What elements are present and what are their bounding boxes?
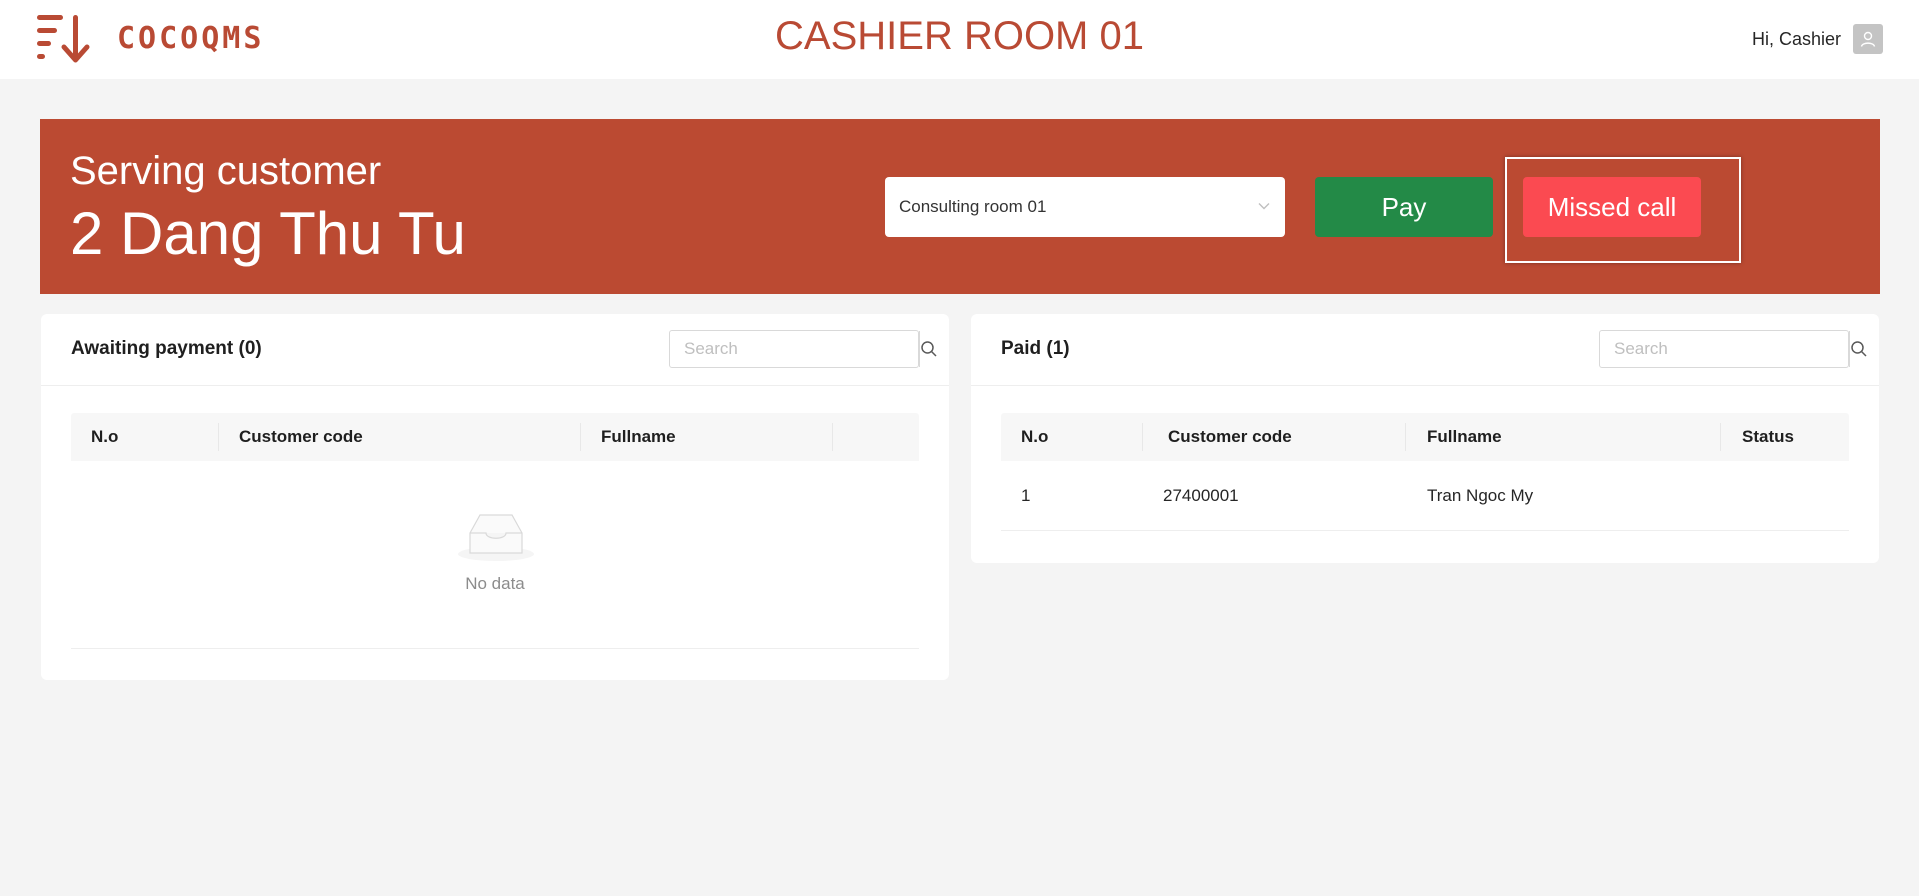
cell-fullname: Tran Ngoc My — [1427, 486, 1534, 505]
awaiting-payment-panel: Awaiting payment (0) N.o Customer code F… — [41, 314, 949, 680]
page-title: CASHIER ROOM 01 — [775, 14, 1144, 58]
paid-search — [1599, 330, 1867, 368]
serving-banner: Serving customer 2 Dang Thu Tu Consultin… — [40, 119, 1880, 294]
empty-state-text: No data — [465, 574, 525, 593]
column-header-fullname[interactable]: Fullname — [601, 427, 676, 447]
column-header-no[interactable]: N.o — [91, 427, 118, 447]
room-select[interactable]: Consulting room 01 — [885, 177, 1285, 237]
user-icon — [1860, 31, 1876, 47]
awaiting-table: N.o Customer code Fullname No data — [71, 413, 919, 649]
panel-header: Awaiting payment (0) — [41, 314, 949, 386]
pay-button[interactable]: Pay — [1315, 177, 1493, 237]
empty-inbox-icon — [458, 514, 534, 561]
paid-search-button[interactable] — [1849, 331, 1868, 367]
paid-panel: Paid (1) N.o Customer code Fullname Stat… — [971, 314, 1879, 563]
empty-state: No data — [71, 461, 919, 649]
column-divider — [832, 423, 833, 451]
paid-title: Paid (1) — [1001, 338, 1070, 359]
column-divider — [1142, 423, 1143, 451]
search-icon — [921, 341, 937, 357]
awaiting-payment-title: Awaiting payment (0) — [71, 338, 262, 359]
table-header: N.o Customer code Fullname Status — [1001, 413, 1849, 461]
awaiting-search-button[interactable] — [919, 331, 938, 367]
column-header-status[interactable]: Status — [1742, 427, 1794, 447]
user-greeting: Hi, Cashier — [1751, 28, 1841, 49]
user-menu[interactable]: Hi, Cashier — [1752, 24, 1883, 54]
paid-table: N.o Customer code Fullname Status 1 2740… — [1001, 413, 1849, 531]
column-header-customer-code[interactable]: Customer code — [239, 427, 363, 447]
chevron-down-icon — [1258, 203, 1270, 210]
column-divider — [218, 423, 219, 451]
awaiting-search-input[interactable] — [670, 331, 919, 367]
serving-label: Serving customer — [70, 149, 382, 193]
column-header-no[interactable]: N.o — [1021, 427, 1048, 447]
cell-no: 1 — [1021, 486, 1031, 505]
table-row[interactable]: 1 27400001 Tran Ngoc My — [1001, 461, 1849, 531]
avatar[interactable] — [1853, 24, 1883, 54]
sort-down-logo-icon — [37, 15, 90, 63]
table-header: N.o Customer code Fullname — [71, 413, 919, 461]
paid-search-input[interactable] — [1600, 331, 1849, 367]
app-logo[interactable]: COCOQMS — [37, 13, 264, 63]
column-divider — [1720, 423, 1721, 451]
column-header-customer-code[interactable]: Customer code — [1168, 427, 1292, 447]
column-divider — [580, 423, 581, 451]
column-divider — [1405, 423, 1406, 451]
column-header-fullname[interactable]: Fullname — [1427, 427, 1502, 447]
logo-text: COCOQMS — [117, 20, 265, 56]
cell-customer-code: 27400001 — [1163, 486, 1239, 505]
search-icon — [1851, 341, 1867, 357]
room-select-value: Consulting room 01 — [899, 197, 1047, 216]
serving-customer-name: 2 Dang Thu Tu — [70, 200, 466, 267]
missed-call-button[interactable]: Missed call — [1523, 177, 1701, 237]
awaiting-search — [669, 330, 937, 368]
app-header: COCOQMS CASHIER ROOM 01 Hi, Cashier — [0, 0, 1919, 79]
panel-header: Paid (1) — [971, 314, 1879, 386]
